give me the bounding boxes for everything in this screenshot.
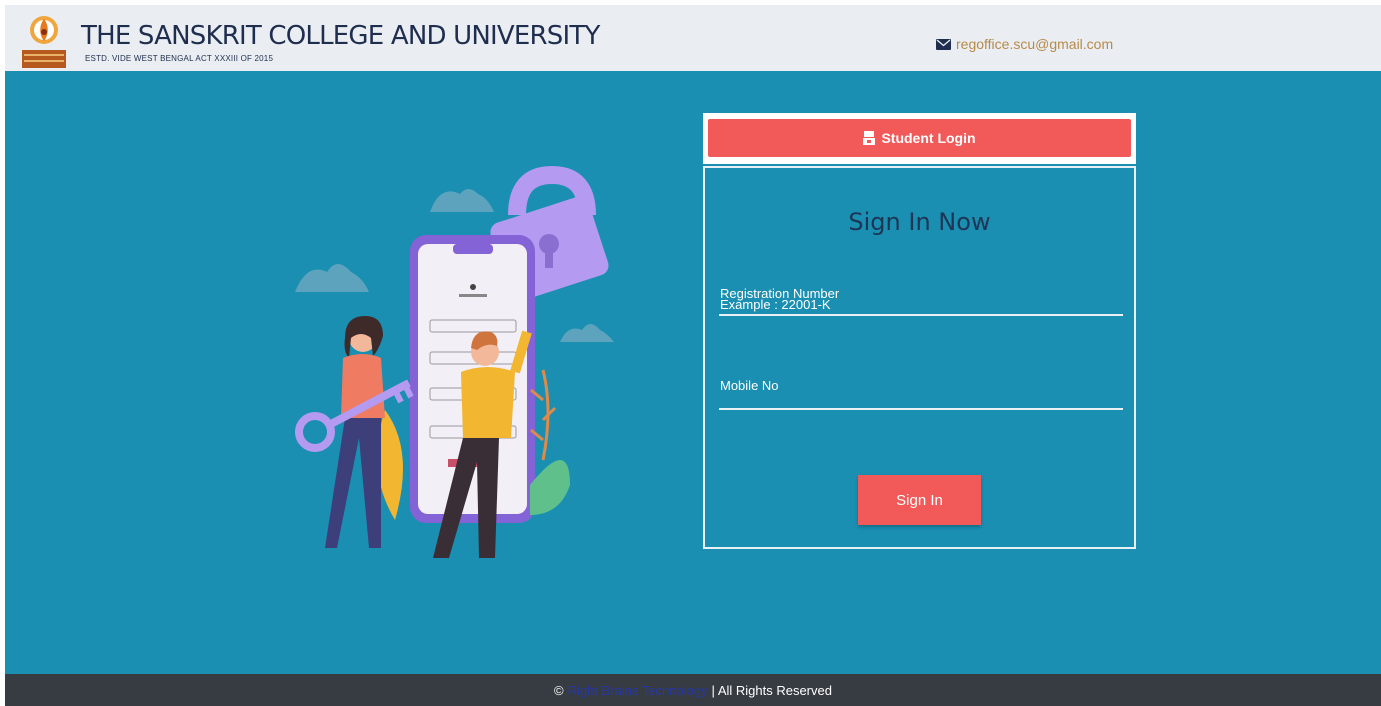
email-text: regoffice.scu@gmail.com (956, 36, 1114, 52)
site-subtitle: ESTD. VIDE WEST BENGAL ACT XXXIII OF 201… (85, 54, 274, 63)
mobile-number-label: Mobile No (720, 378, 779, 393)
envelope-icon (936, 38, 951, 50)
footer-rights: | All Rights Reserved (711, 682, 832, 698)
student-login-label: Student Login (881, 130, 976, 146)
main-area (5, 71, 1381, 674)
student-icon (863, 131, 876, 145)
copyright-symbol: © (554, 682, 564, 698)
login-card-header: Student Login (703, 113, 1136, 164)
registration-number-placeholder: Example : 22001-K (720, 297, 831, 312)
signin-heading: Sign In Now (848, 208, 991, 236)
login-illustration (295, 165, 614, 558)
mobile-number-field[interactable]: Mobile No (719, 368, 1123, 410)
site-title: THE SANSKRIT COLLEGE AND UNIVERSITY (81, 21, 600, 51)
footer-brand-link[interactable]: Right Brains Technology (568, 683, 708, 698)
contact-email[interactable]: regoffice.scu@gmail.com (936, 36, 1113, 52)
registration-number-field[interactable]: Registration Number Example : 22001-K (719, 278, 1123, 316)
university-logo (22, 16, 66, 68)
site-footer: © Right Brains Technology | All Rights R… (5, 674, 1381, 706)
site-header: THE SANSKRIT COLLEGE AND UNIVERSITY ESTD… (5, 5, 1381, 71)
sign-in-button[interactable]: Sign In (858, 475, 981, 525)
login-form: Sign In Now Registration Number Example … (703, 166, 1136, 549)
student-login-tab[interactable]: Student Login (708, 119, 1131, 157)
